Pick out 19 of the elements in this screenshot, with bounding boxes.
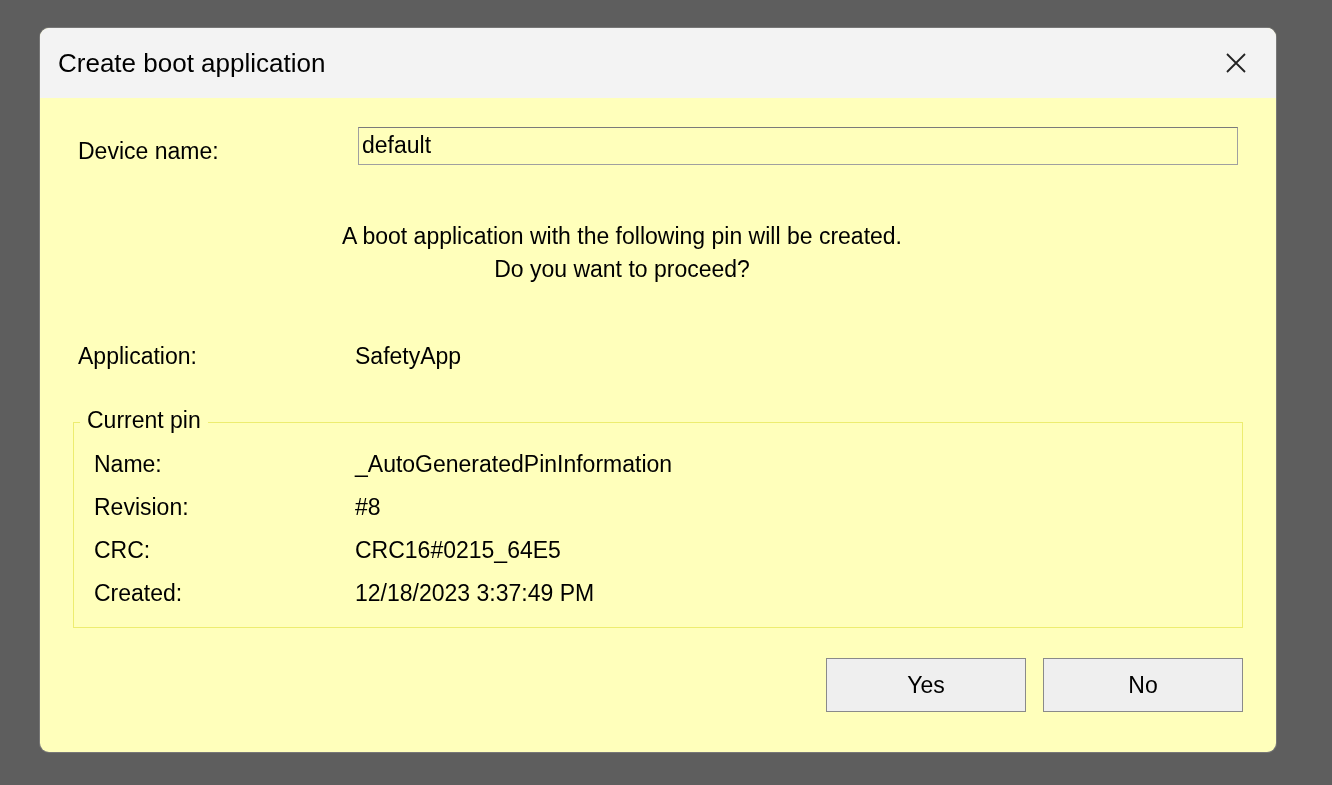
field-label: Name: [94,451,163,478]
field-label: Created: [94,580,184,607]
message-text: A boot application with the following pin will be created. [342,223,902,250]
field-value: 12/18/2023 3:37:49 PM [355,580,595,607]
field-label: Revision: [94,494,190,521]
message-text: Do you want to proceed? [494,256,750,283]
field-value: #8 [355,494,381,521]
field-value: _AutoGeneratedPinInformation [355,451,673,478]
dialog-button[interactable]: No [1043,658,1243,712]
field-value: CRC16#0215_64E5 [355,537,561,564]
device-name-field[interactable]: default [358,126,1238,165]
dialog-button[interactable]: Yes [826,658,1026,712]
field-label: Application: [78,343,198,370]
window-title: Create boot application [58,47,326,79]
field-value: SafetyApp [355,343,462,370]
field-label: Device name: [78,138,220,165]
group-title: Current pin [80,407,208,434]
field-label: CRC: [94,537,152,564]
close-icon [1226,53,1246,73]
